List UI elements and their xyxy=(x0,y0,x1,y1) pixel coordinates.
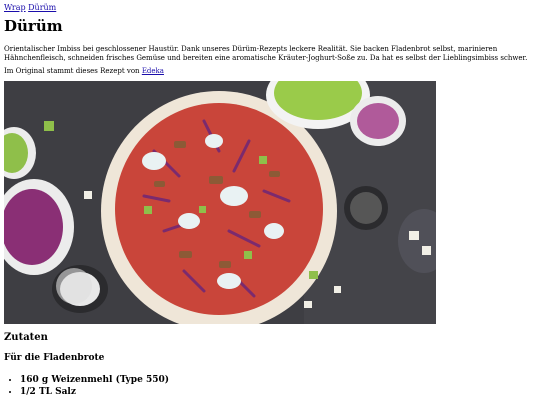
ingredient-item: 160 g Weizenmehl (Type 550) xyxy=(20,374,169,386)
recipe-intro: Orientalischer Imbiss bei geschlossener … xyxy=(4,45,528,62)
ingredient-item: 1/2 TL Salz xyxy=(20,386,169,398)
page-title: Dürüm xyxy=(4,17,63,35)
source-prefix: Im Original stammt dieses Rezept von xyxy=(4,67,140,75)
recipe-source: Im Original stammt dieses Rezept von Ede… xyxy=(4,67,164,76)
breadcrumb: Wrap Dürüm xyxy=(4,3,56,13)
source-link[interactable]: Edeka xyxy=(142,67,164,75)
breadcrumb-link-current[interactable]: Dürüm xyxy=(28,3,56,12)
recipe-photo xyxy=(4,81,436,324)
ingredient-list: 160 g Weizenmehl (Type 550) 1/2 TL Salz xyxy=(4,374,169,398)
breadcrumb-link-wrap[interactable]: Wrap xyxy=(4,3,26,12)
flatbread-subheading: Für die Fladenbrote xyxy=(4,353,105,363)
ingredients-heading: Zutaten xyxy=(4,332,48,343)
